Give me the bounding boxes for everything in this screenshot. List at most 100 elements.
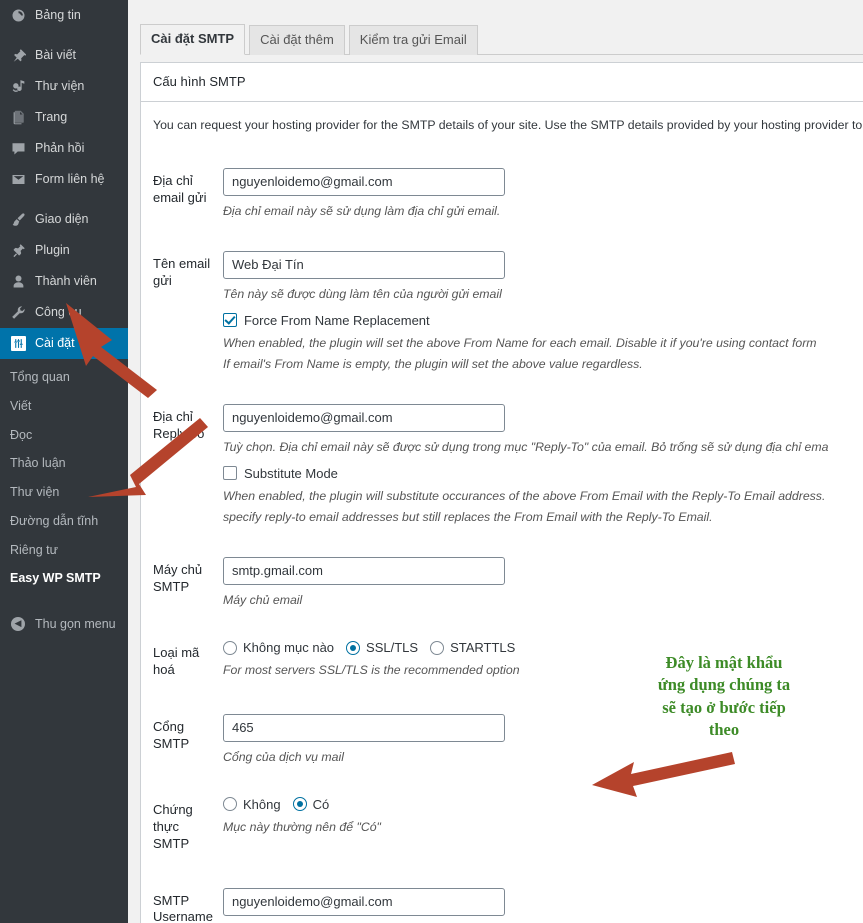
settings-sliders-icon [8,334,28,354]
submenu-item-easy-wp-smtp[interactable]: Easy WP SMTP [0,564,128,593]
collapse-arrow-icon: ◀ [8,614,28,634]
desc-smtp-host: Máy chủ email [222,592,303,607]
label-encryption: Loại mã hoá [153,645,200,677]
smtp-settings-panel: Cấu hình SMTP You can request your hosti… [140,62,863,923]
desc-force-from-name-line2: If email's From Name is empty, the plugi… [222,356,643,371]
substitute-mode-checkbox[interactable] [222,466,237,481]
row-smtp-username: SMTP Username Tài khoản đăng nhập mail [153,873,863,923]
desc-smtp-port: Cổng của dịch vụ mail [222,749,344,764]
submenu-item-reading[interactable]: Đọc [0,421,128,450]
row-reply-to: Địa chỉ Reply-To Tuỳ chọn. Địa chỉ email… [153,389,863,542]
sidebar-item-posts[interactable]: Bài viết [0,40,128,71]
row-smtp-auth: Chứng thực SMTP Không Có Mục này thường n… [153,782,863,873]
main-content: Cài đặt SMTP Cài đặt thêm Kiểm tra gửi Ema… [128,0,863,923]
green-note-line-2: ứng dụng chúng ta [657,675,791,695]
radio-encryption-ssltls-control[interactable] [346,640,361,655]
sidebar-item-label: Phản hồi [35,141,85,156]
sidebar-item-label: Bài viết [35,48,76,63]
smtp-form-table: Địa chỉ email gửi Địa chỉ email này sẽ s… [153,153,863,923]
submenu-item-discussion[interactable]: Thảo luận [0,449,128,478]
from-name-input[interactable] [222,250,505,279]
smtp-host-input[interactable] [222,556,505,585]
sidebar-item-label: Plugin [35,243,70,258]
force-from-name-label: Force From Name Replacement [243,312,430,328]
desc-smtp-auth: Mục này thường nên để "Có" [222,819,381,834]
sidebar-item-appearance[interactable]: Giao diện [0,204,128,235]
radio-encryption-ssltls[interactable]: SSL/TLS [346,640,418,655]
desc-reply-to: Tuỳ chọn. Địa chỉ email này sẽ được sử d… [222,439,829,454]
comment-icon [8,139,28,159]
sidebar-item-settings[interactable]: Cài đặt [0,328,128,359]
sidebar-item-label: Cài đặt [35,336,75,351]
envelope-icon [8,170,28,190]
sidebar-item-media[interactable]: Thư viện [0,71,128,102]
substitute-mode-label: Substitute Mode [243,465,338,481]
submenu-item-general[interactable]: Tổng quan [0,363,128,392]
dashboard-icon [8,6,28,26]
label-from-email: Địa chỉ email gửi [153,172,207,205]
tab-bar: Cài đặt SMTP Cài đặt thêm Kiểm tra gửi Ema… [140,24,863,55]
green-note-line-1: Đây là mật khẩu [665,653,783,672]
user-icon [8,272,28,292]
sidebar-item-dashboard[interactable]: Bảng tin [0,0,128,31]
collapse-menu-button[interactable]: ◀ Thu gọn menu [0,608,128,639]
radio-encryption-none-control[interactable] [222,640,237,655]
radio-encryption-starttls-control[interactable] [430,640,445,655]
sidebar-item-label: Form liên hệ [35,172,105,187]
sidebar-item-contact-form[interactable]: Form liên hệ [0,164,128,195]
desc-from-name: Tên này sẽ được dùng làm tên của người g… [222,286,502,301]
label-smtp-username: SMTP Username [153,892,213,923]
sidebar-item-label: Bảng tin [35,8,81,23]
radio-auth-no[interactable]: Không [222,797,281,812]
submenu-item-writing[interactable]: Viết [0,392,128,421]
sidebar-item-comments[interactable]: Phản hồi [0,133,128,164]
panel-title: Cấu hình SMTP [141,63,863,103]
brush-icon [8,210,28,230]
smtp-username-input[interactable] [222,887,505,916]
radio-auth-no-control[interactable] [222,797,237,812]
tab-additional-settings[interactable]: Cài đặt thêm [249,25,345,55]
sidebar-item-tools[interactable]: Công cụ [0,297,128,328]
sidebar-item-label: Công cụ [35,305,82,320]
from-email-input[interactable] [222,167,505,196]
radio-auth-yes[interactable]: Có [292,796,330,812]
annotation-green-note: Đây là mật khẩu ứng dụng chúng ta sẽ tạo… [600,652,848,741]
substitute-mode-row[interactable]: Substitute Mode [222,465,863,481]
label-from-name: Tên email gửi [153,255,211,288]
label-smtp-host: Máy chủ SMTP [153,561,203,594]
reply-to-input[interactable] [222,403,505,432]
tab-test-email[interactable]: Kiểm tra gửi Email [348,25,478,55]
sidebar-item-label: Giao diện [35,212,89,227]
auth-radio-group: Không Có [222,796,863,812]
submenu-item-permalinks[interactable]: Đường dẫn tĩnh [0,507,128,536]
radio-encryption-none[interactable]: Không mục nào [222,640,335,655]
radio-encryption-starttls-label: STARTTLS [450,640,516,655]
sidebar-item-pages[interactable]: Trang [0,102,128,133]
sidebar-item-label: Thành viên [35,274,97,289]
force-from-name-row[interactable]: Force From Name Replacement [222,312,863,328]
radio-encryption-none-label: Không mục nào [242,640,335,655]
radio-encryption-ssltls-label: SSL/TLS [366,640,419,655]
wrench-icon [8,303,28,323]
sidebar-item-label: Trang [35,110,68,125]
label-smtp-auth: Chứng thực SMTP [153,801,193,851]
admin-sidebar: Bảng tin Bài viết Thư viện Trang Phản hồi For… [0,0,128,923]
desc-substitute-mode-line2: specify reply-to email addresses but sti… [222,509,713,524]
menu-separator [0,31,128,40]
sidebar-item-label: Thư viện [35,79,85,94]
sidebar-item-plugins[interactable]: Plugin [0,235,128,266]
tab-smtp-settings[interactable]: Cài đặt SMTP [140,24,246,55]
force-from-name-checkbox[interactable] [222,313,237,328]
smtp-port-input[interactable] [222,713,505,742]
radio-encryption-starttls[interactable]: STARTTLS [430,640,515,655]
submenu-item-media[interactable]: Thư viện [0,478,128,507]
media-icon [8,77,28,97]
row-from-email: Địa chỉ email gửi Địa chỉ email này sẽ s… [153,153,863,236]
desc-from-email: Địa chỉ email này sẽ sử dụng làm địa chỉ… [222,203,501,218]
radio-auth-yes-label: Có [312,796,330,812]
sidebar-item-users[interactable]: Thành viên [0,266,128,297]
submenu-item-privacy[interactable]: Riêng tư [0,536,128,565]
plug-icon [8,241,28,261]
radio-auth-yes-control[interactable] [292,797,307,812]
screen-root: Bảng tin Bài viết Thư viện Trang Phản hồi For… [0,0,863,923]
